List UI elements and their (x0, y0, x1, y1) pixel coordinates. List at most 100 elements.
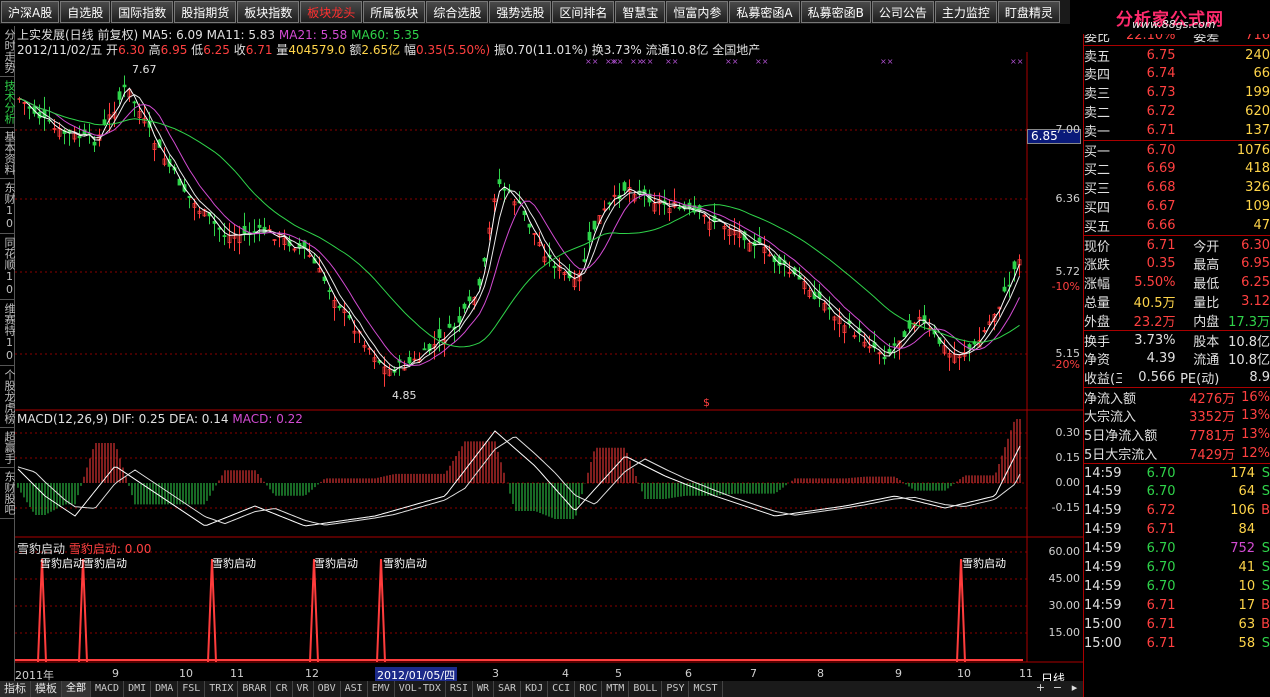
indicator-tab[interactable]: WR (473, 681, 495, 697)
indicator-tab[interactable]: DMA (151, 681, 179, 697)
candle-body (502, 188, 507, 191)
stat-row: 总量 40.5万 量比 3.12 (1084, 292, 1270, 311)
indicator-tab[interactable]: RSI (446, 681, 473, 697)
vol-value: 404579.0 (288, 43, 346, 57)
toolbar-button[interactable]: 盯盘精灵 (997, 1, 1060, 23)
toolbar-button[interactable]: 沪深A股 (1, 1, 60, 23)
flow-label: 大宗流入 (1084, 410, 1137, 425)
amt-value: 2.65亿 (361, 43, 401, 57)
toolbar-button[interactable]: 区间排名 (552, 1, 615, 23)
toolbar-button[interactable]: 私募密函A (729, 1, 800, 23)
price-axis-label: 7.00 (1055, 123, 1081, 136)
left-nav-item[interactable]: 东财10 (0, 179, 16, 234)
toolbar-button[interactable]: 公司公告 (871, 1, 934, 23)
left-nav-item[interactable]: 同花顺10 (0, 234, 16, 300)
indicator-tab[interactable]: BRAR (238, 681, 272, 697)
kline-chart-svg[interactable]: ×× ×××× ×××× ×× ×× ×× ×× ×× (15, 26, 1083, 681)
toolbar-button[interactable]: 板块龙头 (300, 1, 363, 23)
date-axis-label: 4 (562, 667, 569, 680)
flow-pct: 13% (1241, 408, 1270, 423)
toolbar-button[interactable]: 私募密函B (800, 1, 871, 23)
ask-price: 6.74 (1146, 66, 1176, 81)
tick-time: 14:59 (1084, 484, 1122, 499)
candle-body (882, 356, 887, 360)
flow-row: 5日大宗流入 7429万 12% (1084, 444, 1270, 463)
indicator-tab[interactable]: 全部 (62, 681, 91, 697)
indicator-tab[interactable]: MCST (689, 681, 723, 697)
toolbar-button[interactable]: 自选股 (60, 1, 111, 23)
indicator-tab[interactable]: ROC (575, 681, 603, 697)
indicator-tab[interactable]: BOLL (629, 681, 663, 697)
stat-value: 6.25 (1241, 275, 1270, 290)
indicator-tab[interactable]: CR (271, 681, 293, 697)
indicator-tab[interactable]: MTM (602, 681, 630, 697)
tick-price: 6.70 (1146, 484, 1176, 499)
candle-body (1012, 261, 1017, 270)
candle-body (892, 343, 897, 346)
left-nav-item[interactable]: 技术分析 (0, 77, 16, 128)
indicator-tab[interactable]: SAR (494, 681, 522, 697)
toolbar-button[interactable]: 恒富内参 (666, 1, 729, 23)
indicator-tab[interactable]: OBV (314, 681, 341, 697)
candle-body (337, 305, 342, 309)
indicator-tab[interactable]: MACD (91, 681, 125, 697)
ask-volume: 620 (1245, 104, 1270, 119)
toolbar-button[interactable]: 智慧宝 (615, 1, 666, 23)
signal-marker: ×× (880, 57, 893, 66)
bid-label: 买三 (1084, 182, 1111, 197)
left-nav-item[interactable]: 分时走势 (0, 26, 16, 77)
left-nav-item[interactable]: 东财股吧 (0, 468, 16, 519)
minus-button[interactable]: − (1049, 681, 1066, 697)
toolbar-button[interactable]: 主力监控 (934, 1, 997, 23)
left-nav-item[interactable]: 超赢手 (0, 428, 16, 468)
next-button[interactable]: ▸ (1066, 681, 1083, 697)
indicator-tab[interactable]: 指标 (0, 681, 31, 697)
tick-side: S (1261, 465, 1270, 481)
stat-row: 现价 6.71 今开 6.30 (1084, 235, 1270, 255)
signal-label: 雪豹启动 (962, 557, 1006, 570)
left-nav-item[interactable]: 个股龙虎榜 (0, 366, 16, 428)
tick-volume: 64 (1238, 484, 1256, 499)
indicator-tab[interactable]: FSL (178, 681, 206, 697)
date-axis-label: 6 (685, 667, 692, 680)
toolbar-button[interactable]: 所属板块 (363, 1, 426, 23)
stat-label: 内盘 (1193, 315, 1220, 330)
s-mark: $ (703, 396, 710, 409)
toolbar-button[interactable]: 强势选股 (489, 1, 552, 23)
indicator-tab[interactable]: PSY (662, 681, 690, 697)
stat-value: 3.12 (1241, 294, 1270, 309)
indicator-tab[interactable]: CCI (548, 681, 576, 697)
indicator-tab[interactable]: DMI (124, 681, 152, 697)
left-nav-item[interactable]: 基本资料 (0, 128, 16, 179)
ask-row: 卖一 6.71 137 (1084, 121, 1270, 140)
bid-volume: 109 (1245, 199, 1270, 214)
add-button[interactable]: + (1032, 681, 1049, 697)
tick-volume: 752 (1230, 541, 1256, 556)
date-axis-label: 7 (750, 667, 757, 680)
indicator-tab[interactable]: 模板 (31, 681, 62, 697)
ask-label: 卖五 (1084, 49, 1111, 65)
chart-area[interactable]: ×× ×× ×× ×× ×× ×× ×× ×× ×× ×× 上实发展(日线 前复权) MA5: 6… (15, 26, 1083, 686)
tick-side: S (1261, 541, 1270, 556)
stat-label: 涨幅 (1084, 277, 1111, 292)
indicator-tab[interactable]: TRIX (205, 681, 239, 697)
ask-row: 卖三 6.73 199 (1084, 83, 1270, 102)
toolbar-button[interactable]: 综合选股 (426, 1, 489, 23)
tick-time: 14:59 (1084, 465, 1122, 481)
indicator-tab[interactable]: EMV (368, 681, 395, 697)
indicator-tab[interactable]: ASI (341, 681, 368, 697)
toolbar-button[interactable]: 国际指数 (111, 1, 174, 23)
flow-value: 3352万 (1189, 410, 1236, 425)
indicator-tab[interactable]: VR (293, 681, 314, 697)
ask-volume: 199 (1245, 85, 1270, 100)
ma21-value: MA21: 5.58 (278, 28, 348, 42)
toolbar-button[interactable]: 板块指数 (237, 1, 300, 23)
tick-time: 14:59 (1084, 522, 1122, 537)
ask-row: 卖四 6.74 66 (1084, 64, 1270, 83)
indicator-tab[interactable]: VOL-TDX (395, 681, 446, 697)
left-nav-item[interactable]: 维赛特10 (0, 300, 16, 366)
signal-spike (309, 558, 319, 663)
indicator-tab[interactable]: KDJ (521, 681, 549, 697)
tick-price: 6.70 (1146, 560, 1176, 575)
toolbar-button[interactable]: 股指期货 (174, 1, 237, 23)
